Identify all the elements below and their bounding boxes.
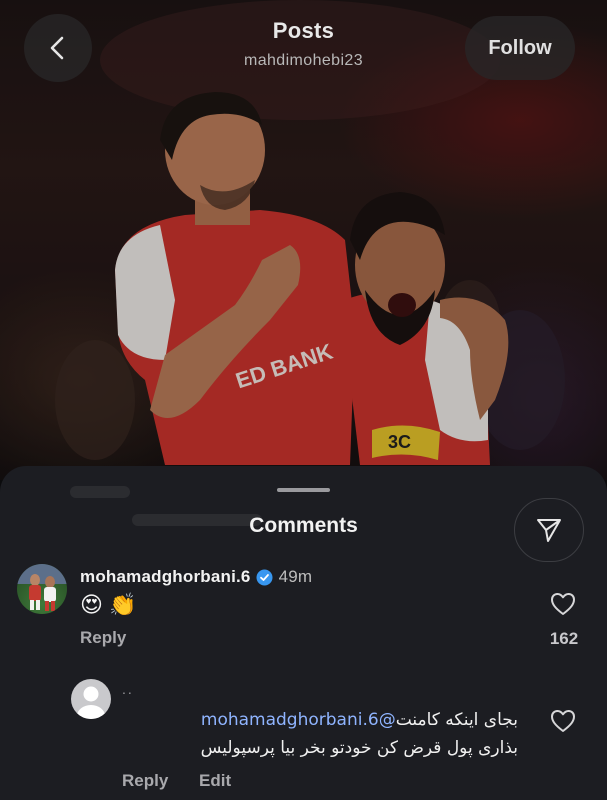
send-icon bbox=[537, 519, 561, 542]
like-button[interactable] bbox=[550, 592, 576, 621]
reply-button[interactable]: Reply bbox=[122, 771, 168, 791]
verified-badge-icon bbox=[256, 569, 273, 586]
comment-mention[interactable]: @mohamadghorbani.6 bbox=[201, 710, 396, 730]
avatar-image bbox=[17, 564, 67, 611]
like-count: 162 bbox=[549, 629, 579, 648]
reply-button[interactable]: Reply bbox=[80, 628, 126, 648]
comment-username[interactable]: .. bbox=[122, 681, 134, 697]
heart-icon bbox=[551, 710, 575, 732]
comment-username-row: mohamadghorbani.6 49m bbox=[80, 567, 312, 587]
follow-button[interactable]: Follow bbox=[465, 16, 575, 80]
comment-text-line1: بجای اینکه کامنت bbox=[395, 710, 518, 730]
share-button[interactable] bbox=[514, 498, 584, 562]
avatar[interactable] bbox=[17, 564, 67, 614]
edit-button[interactable]: Edit bbox=[199, 771, 231, 791]
comment-timestamp: 49m bbox=[278, 567, 313, 586]
comment-text: بجای اینکه کامنت@mohamadghorbani.6 بذاری… bbox=[122, 706, 518, 762]
avatar[interactable] bbox=[71, 679, 111, 719]
sheet-drag-handle[interactable] bbox=[277, 488, 330, 492]
default-avatar-icon bbox=[77, 686, 105, 719]
comment-text-line2: بذاری پول قرض کن خودتو بخر بیا پرسپولیس bbox=[200, 738, 518, 758]
comment-username[interactable]: mohamadghorbani.6 bbox=[80, 567, 251, 587]
comment-text: 😍 👏 bbox=[80, 592, 137, 617]
comments-sheet: Comments mohamadghorbani.6 49m 😍 👏 Reply… bbox=[0, 466, 607, 800]
heart-icon bbox=[551, 593, 575, 615]
like-button[interactable] bbox=[550, 709, 576, 738]
